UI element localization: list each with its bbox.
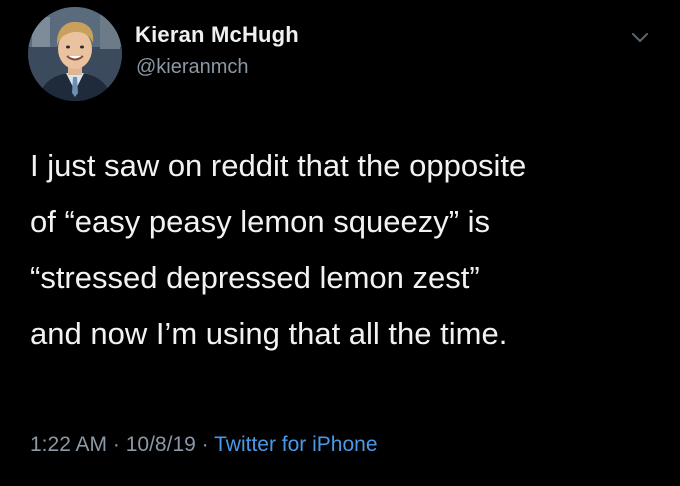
profile-photo-icon <box>28 7 122 101</box>
author-handle[interactable]: @kieranmch <box>136 56 249 79</box>
meta-separator: · <box>195 433 215 456</box>
tweet-text-line: I just saw on reddit that the opposite <box>30 148 527 183</box>
avatar[interactable] <box>28 7 122 101</box>
chevron-down-icon[interactable] <box>628 26 652 50</box>
tweet-text-line: of “easy peasy lemon squeezy” is <box>30 204 491 239</box>
tweet-date[interactable]: 10/8/19 <box>126 433 196 456</box>
tweet-text: I just saw on reddit that the opposite o… <box>30 138 660 362</box>
meta-separator: · <box>107 433 126 456</box>
author-display-name[interactable]: Kieran McHugh <box>135 22 299 48</box>
tweet-meta: 1:22 AM · 10/8/19 · Twitter for iPhone <box>30 433 378 457</box>
tweet-text-line: “stressed depressed lemon zest” <box>30 260 480 295</box>
tweet-source-link[interactable]: Twitter for iPhone <box>214 433 377 456</box>
tweet-card: Kieran McHugh @kieranmch I just saw on r… <box>0 0 680 486</box>
tweet-time[interactable]: 1:22 AM <box>30 433 107 456</box>
tweet-text-line: and now I’m using that all the time. <box>30 316 508 351</box>
